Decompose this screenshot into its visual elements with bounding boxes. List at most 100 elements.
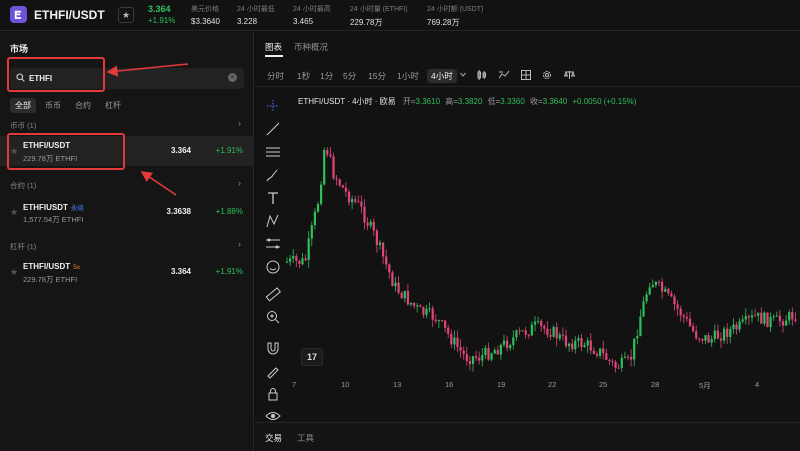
candle-body <box>620 357 623 369</box>
candle-body <box>741 319 744 322</box>
tf-4h[interactable]: 4小时 <box>427 69 457 83</box>
candle-body <box>422 307 425 315</box>
zoom-in-icon[interactable] <box>265 309 281 325</box>
magnet-icon[interactable] <box>265 340 281 356</box>
category-tab-spot[interactable]: 币币 <box>40 98 66 113</box>
candle-body <box>530 324 533 336</box>
candle-body <box>496 350 499 355</box>
candle-body <box>524 330 527 335</box>
candle-body <box>468 361 471 364</box>
candle-body <box>642 301 645 317</box>
ruler-icon[interactable] <box>265 286 281 302</box>
crosshair-icon[interactable] <box>265 98 281 114</box>
candle-body <box>633 338 636 360</box>
candle-body <box>750 315 754 318</box>
candle-body <box>313 211 316 226</box>
category-tab-margin[interactable]: 杠杆 <box>100 98 126 113</box>
candle-body <box>788 312 791 321</box>
row-volume: 229.78万 ETHFI <box>23 275 78 284</box>
brush-icon[interactable] <box>265 167 281 183</box>
fib-lines-icon[interactable] <box>265 236 281 252</box>
candle-body <box>599 348 602 356</box>
candle-body <box>747 316 750 318</box>
tab-trade[interactable]: 交易 <box>265 432 282 444</box>
tab-tools[interactable]: 工具 <box>297 432 314 444</box>
pair-title[interactable]: ETHFI/USDT <box>34 8 105 22</box>
candle-body <box>605 353 608 360</box>
row-price: 3.3638 <box>166 207 191 216</box>
tf-1s[interactable]: 1秒 <box>297 70 310 82</box>
lock-icon[interactable] <box>265 386 281 402</box>
x-tick-label: 22 <box>548 380 557 389</box>
candle-body <box>729 329 732 337</box>
candle-body <box>428 308 431 310</box>
clear-search-icon[interactable]: × <box>228 73 237 82</box>
last-price: 3.364 <box>148 4 171 14</box>
chevron-right-icon[interactable]: › <box>238 239 241 249</box>
candle-body <box>766 312 769 328</box>
tab-chart[interactable]: 图表 <box>265 41 282 53</box>
market-row-futures[interactable]: ★ ETHFIUSDT 永续 1,577.54万 ETHFI 3.3638 +1.… <box>0 197 253 227</box>
lock-pencil-icon[interactable] <box>265 363 281 379</box>
tf-15m[interactable]: 15分 <box>368 70 386 82</box>
pattern-icon[interactable] <box>265 213 281 229</box>
candle-body <box>760 312 763 324</box>
candle-body <box>301 258 304 265</box>
candle-body <box>310 225 313 239</box>
legend-open: 3.3610 <box>415 97 441 106</box>
candlestick-chart[interactable] <box>285 112 800 380</box>
market-row-margin[interactable]: ★ ETHFI/USDT 5x 229.78万 ETHFI 3.364 +1.91… <box>0 257 253 287</box>
candle-body <box>738 321 741 330</box>
candle-body <box>344 187 347 192</box>
category-tab-all[interactable]: 全部 <box>10 98 36 113</box>
chevron-right-icon[interactable]: › <box>238 118 241 128</box>
timeframe-bar: 分时 1秒 1分 5分 15分 1小时 4小时 <box>255 65 800 87</box>
candle-body <box>357 201 360 203</box>
legend-close-label: 收= <box>530 97 543 106</box>
emoji-icon[interactable] <box>265 259 281 275</box>
chart-type-icon[interactable] <box>477 70 487 82</box>
candle-body <box>382 242 385 257</box>
text-tool-icon[interactable] <box>265 190 281 206</box>
candle-body <box>735 324 738 330</box>
x-tick-label: 19 <box>497 380 506 389</box>
category-tab-futures[interactable]: 合约 <box>70 98 96 113</box>
row-price: 3.364 <box>170 146 191 155</box>
candle-body <box>636 336 639 339</box>
tf-1h[interactable]: 1小时 <box>397 70 419 82</box>
tf-time[interactable]: 分时 <box>267 70 284 82</box>
candle-body <box>413 302 416 306</box>
favorite-star-button[interactable]: ★ <box>118 7 134 23</box>
tf-1m[interactable]: 1分 <box>320 70 333 82</box>
candle-body <box>453 337 456 345</box>
balance-scale-icon[interactable] <box>563 70 576 82</box>
candle-body <box>695 331 698 339</box>
dropdown-caret-icon[interactable] <box>460 70 466 81</box>
horizontal-lines-icon[interactable] <box>265 144 281 160</box>
candle-body <box>648 287 651 295</box>
stat-value: 229.78万 <box>350 18 383 27</box>
x-tick-label: 13 <box>393 380 402 389</box>
stat-label: 24 小时额 (USDT) <box>427 6 484 13</box>
settings-gear-icon[interactable] <box>542 70 552 82</box>
tradingview-logo-icon[interactable]: 17 <box>301 348 323 366</box>
candle-body <box>701 338 704 341</box>
candle-body <box>574 340 577 350</box>
trend-line-icon[interactable] <box>265 121 281 137</box>
candle-body <box>692 326 695 332</box>
candle-body <box>602 348 605 354</box>
candle-body <box>409 302 413 305</box>
candle-body <box>285 261 289 263</box>
candle-body <box>775 315 778 317</box>
layout-grid-icon[interactable] <box>521 70 531 82</box>
star-icon[interactable]: ★ <box>10 267 18 278</box>
candle-body <box>465 354 468 362</box>
row-change: +1.91% <box>215 146 243 155</box>
tf-5m[interactable]: 5分 <box>343 70 356 82</box>
candle-body <box>676 304 679 309</box>
star-icon[interactable]: ★ <box>10 207 18 218</box>
indicators-icon[interactable] <box>498 70 510 82</box>
tab-coin-overview[interactable]: 币种概况 <box>294 41 328 53</box>
legend-low-label: 低= <box>487 97 501 106</box>
chevron-right-icon[interactable]: › <box>238 178 241 188</box>
